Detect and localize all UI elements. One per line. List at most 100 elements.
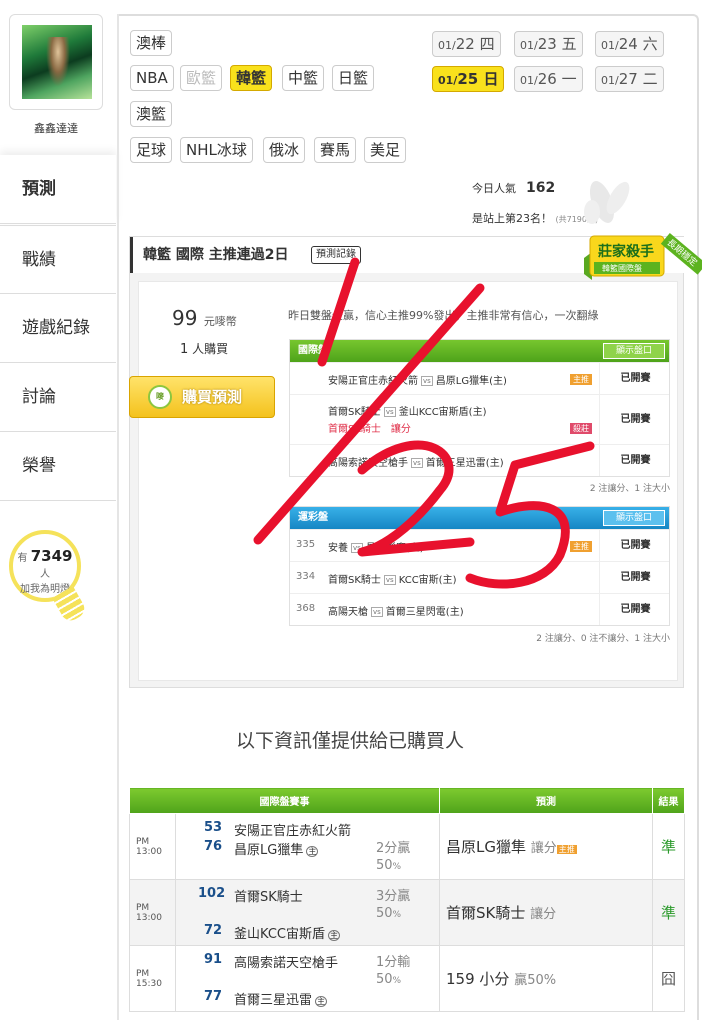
away-score: 102 — [198, 886, 226, 901]
spread-pct: 50 — [376, 906, 393, 921]
intl-header-label: 國際盤 — [298, 345, 328, 356]
spread-pct: 50 — [376, 972, 393, 987]
nav-item-honors[interactable]: 榮譽 — [0, 432, 116, 501]
nav-item-predict[interactable]: 預測 — [0, 155, 116, 224]
away-team: 首爾SK騎士 — [328, 407, 381, 418]
main-pick-tag: 主推 — [570, 541, 592, 552]
spread-pct-unit: % — [392, 910, 402, 920]
sport-tag[interactable]: NBA — [130, 65, 174, 91]
sport-tag[interactable]: 足球 — [130, 137, 173, 163]
status-text: 已開賽 — [599, 530, 671, 561]
away-team: 安陽正官庄赤紅火箭 — [328, 376, 418, 387]
nav-item-discussion[interactable]: 討論 — [0, 363, 116, 432]
spread-value: 1分輸 — [376, 955, 411, 970]
buy-prediction-button[interactable]: 嘜購買預測 — [129, 376, 275, 418]
away-score: 53 — [204, 820, 223, 835]
match-teams: 首爾SK騎士 vs KCC宙斯(主) — [328, 571, 456, 586]
away-team: 高陽索諾天空槍手 — [234, 956, 339, 971]
sport-tag[interactable]: NHL冰球 — [180, 137, 253, 163]
sport-tag[interactable]: 澳棒 — [130, 30, 173, 56]
spread: 3分贏 50% — [376, 888, 410, 924]
date-tab[interactable]: 01/27 二 — [595, 66, 664, 92]
date-tab[interactable]: 01/26 一 — [514, 66, 583, 92]
home-team: 首爾三星迅雷(主) — [425, 458, 504, 469]
table-row: PM 13:00 53 安陽正官庄赤紅火箭 76 昌原LG獵隼主 2分贏 50% … — [129, 813, 685, 880]
show-odds-button[interactable]: 顯示盤口 — [602, 510, 665, 526]
date-tab[interactable]: 01/22 四 — [432, 31, 501, 57]
sport-tag-selected[interactable]: 韓籃 — [230, 65, 273, 91]
match-teams: 安陽正官庄赤紅火箭 vs 昌原LG獵隼(主) — [328, 372, 507, 387]
away-score: 91 — [204, 952, 223, 967]
record-button[interactable]: 預測記錄 — [311, 246, 361, 264]
table-row: 334 首爾SK騎士 vs KCC宙斯(主) 已開賽 — [290, 561, 669, 593]
home-team-name: 首爾三星迅雷 — [234, 993, 313, 1008]
header-result: 結果 — [652, 787, 685, 814]
sport-tag[interactable]: 俄冰 — [263, 137, 306, 163]
main-pick-tag: 主推 — [556, 845, 577, 854]
home-team: 首爾三星閃電(主) — [385, 607, 464, 618]
vs-icon: vs — [421, 376, 433, 386]
nav-item-game-log[interactable]: 遊戲紀錄 — [0, 294, 116, 363]
sport-tag[interactable]: 日籃 — [332, 65, 375, 91]
buyers: 1 人購買 — [180, 340, 228, 357]
game-time: PM 13:00 — [129, 813, 176, 880]
badge-ribbon-text: 長期穩定 — [665, 236, 700, 268]
coin-icon: 嘜 — [148, 385, 172, 409]
avatar-image — [22, 25, 92, 99]
fans-count: 7349 — [30, 547, 73, 565]
match-teams: 高陽索諾天空槍手 vs 首爾三星迅雷(主) — [328, 454, 504, 469]
home-team: 釜山KCC宙斯盾主 — [234, 923, 340, 942]
table-row: 335 安養 vs 昌原獵鷹(主) 主推 已開賽 — [290, 529, 669, 561]
badge-main-text: 莊家殺手 — [598, 243, 654, 260]
intl-summary: 2 注讓分、1 注大小 — [589, 484, 670, 494]
date-tab[interactable]: 01/24 六 — [595, 31, 664, 57]
date-day: 24 — [618, 35, 638, 53]
result-embarrassed: 囧 — [652, 945, 685, 1012]
pick-text: 首爾SK騎士 讓分 — [328, 420, 411, 435]
home-icon: 主 — [306, 846, 319, 857]
date-day: 26 — [537, 70, 557, 88]
avatar[interactable] — [9, 14, 103, 110]
game-number: 334 — [296, 571, 316, 582]
intl-table: 國際盤 顯示盤口 安陽正官庄赤紅火箭 vs 昌原LG獵隼(主) 主推 已開賽 首爾SK… — [289, 339, 670, 477]
prediction-cell: 159 小分 贏50% — [439, 945, 653, 1012]
info-heading: 以下資訊僅提供給已購買人 — [235, 730, 464, 752]
date-weekday: 一 — [561, 70, 577, 88]
date-day: 22 — [455, 35, 475, 53]
popularity-label: 今日人氣 — [472, 182, 516, 195]
away-team: 安養 — [328, 543, 348, 554]
game-number: 368 — [296, 603, 316, 614]
fans-suffix: 人 — [40, 569, 50, 580]
sport-tag[interactable]: 澳籃 — [130, 101, 173, 127]
price: 99 元嘜幣 — [172, 306, 237, 330]
username: 鑫鑫達達 — [34, 122, 78, 135]
flower-decoration-icon — [584, 181, 630, 224]
date-tab-selected[interactable]: 01/25 日 — [432, 66, 505, 92]
game-time: PM 15:30 — [129, 945, 176, 1012]
sport-tag[interactable]: 賽馬 — [314, 137, 357, 163]
price-value: 99 — [172, 306, 198, 330]
date-tab[interactable]: 01/23 五 — [514, 31, 583, 57]
prediction-cell: 昌原LG獵隼 讓分 主推 — [439, 813, 653, 880]
sport-tag[interactable]: 中籃 — [282, 65, 325, 91]
left-sidebar: 鑫鑫達達 預測 戰績 遊戲紀錄 討論 榮譽 有 7349 人 加我為明燈 — [0, 0, 118, 1020]
table-row: 高陽索諾天空槍手 vs 首爾三星迅雷(主) 已開賽 — [290, 444, 669, 476]
sport-tag[interactable]: 美足 — [364, 137, 407, 163]
sport-tag[interactable]: 歐籃 — [180, 65, 223, 91]
buy-button-label: 購買預測 — [182, 388, 243, 406]
show-odds-button[interactable]: 顯示盤口 — [602, 343, 665, 359]
home-team: KCC宙斯(主) — [398, 575, 457, 586]
vs-icon: vs — [371, 607, 383, 617]
date-md: 01/ — [438, 39, 456, 52]
pick-total: 159 小分 — [446, 970, 510, 988]
table-row: 安陽正官庄赤紅火箭 vs 昌原LG獵隼(主) 主推 已開賽 — [290, 362, 669, 394]
rank-text: 是站上第23名！ — [472, 212, 552, 225]
prediction-note: 昨日雙盤全贏，信心主推99%發出，主推非常有信心，一次翻綠 — [288, 309, 599, 322]
lottery-header-label: 運彩盤 — [298, 512, 328, 523]
status-text: 已開賽 — [599, 562, 671, 593]
pick-type: 讓分 — [530, 841, 557, 856]
date-md: 01/ — [520, 74, 538, 87]
nav-item-record[interactable]: 戰績 — [0, 225, 116, 294]
intl-table-header: 國際盤 顯示盤口 — [290, 340, 669, 362]
spread: 2分贏 50% — [376, 840, 410, 876]
